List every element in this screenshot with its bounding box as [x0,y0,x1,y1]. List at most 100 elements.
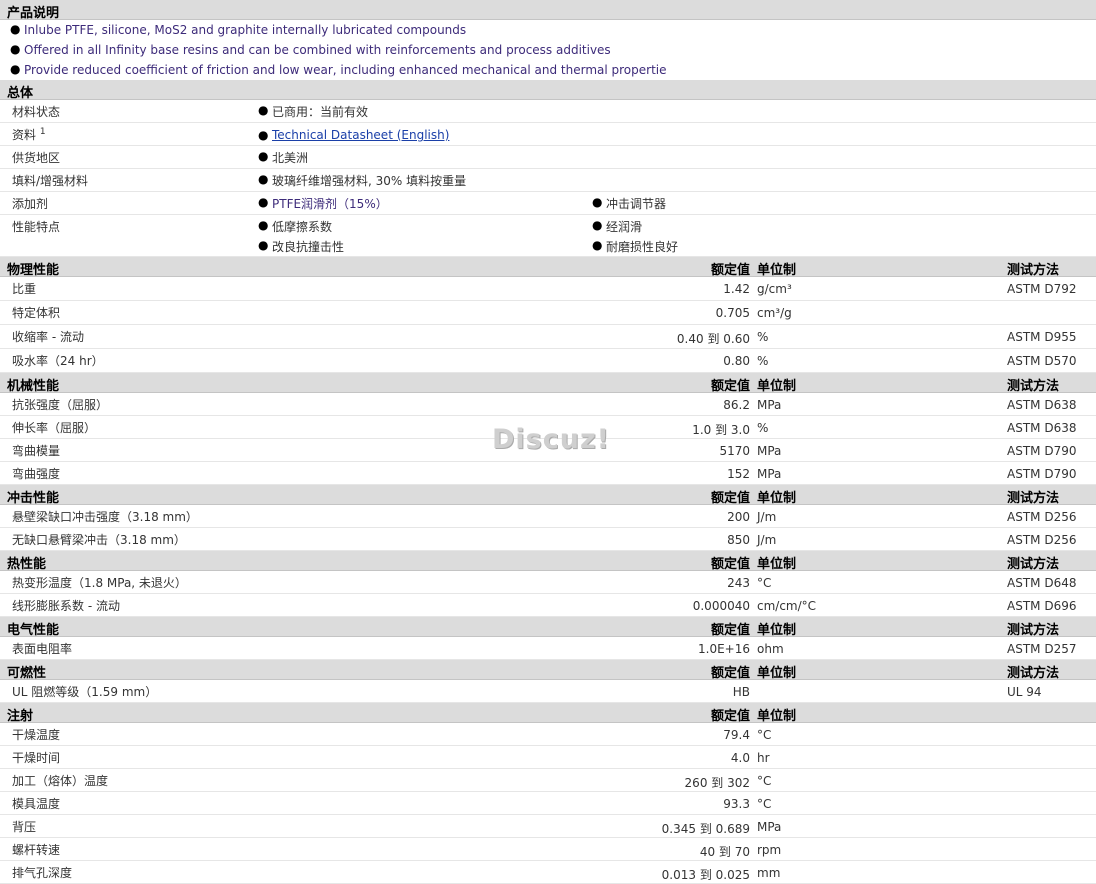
property-test-method: UL 94 [1007,685,1042,699]
property-unit: J/m [757,510,777,524]
property-value: 0.80 [723,354,750,368]
property-row: 弯曲强度 152 MPa ASTM D790 [0,462,1096,485]
property-unit: % [757,421,769,435]
bullet-icon: ● [258,128,269,142]
property-value: 260 到 302 [684,776,750,790]
bullet-text: Provide reduced coefficient of friction … [24,63,667,77]
section-title: 热性能 [7,557,47,572]
watermark: Discuz! [492,424,610,455]
property-unit: MPa [757,820,782,834]
property-label: 表面电阻率 [12,642,73,656]
property-row: 模具温度 93.3 °C [0,792,1096,815]
section-title: 冲击性能 [7,491,60,506]
column-header-nominal: 额定值 [710,557,750,572]
property-row: 收缩率 - 流动 0.40 到 0.60% ASTM D955 [0,325,1096,349]
property-unit: hr [757,751,770,765]
property-row: 热变形温度（1.8 MPa, 未退火） 243 °C ASTM D648 [0,571,1096,594]
property-value: 0.000040 [692,599,750,613]
property-row: 加工（熔体）温度 260 到 302 °C [0,769,1096,792]
section-title: 注射 [7,709,34,724]
technical-datasheet-link[interactable]: Technical Datasheet (English) [272,128,449,142]
bullet-icon: ● [258,195,269,209]
property-unit: °C [757,728,772,742]
column-header-unit: 单位制 [757,623,797,638]
property-test-method: ASTM D955 [1007,330,1077,344]
property-value: 200 [727,510,750,524]
footnote-marker: 1 [39,127,46,137]
column-header-nominal: 额定值 [710,379,750,394]
property-row: 干燥温度 79.4 °C [0,723,1096,746]
property-test-method: ASTM D792 [1007,282,1077,296]
property-label: 伸长率（屈服） [12,421,97,435]
property-unit: °C [757,576,772,590]
property-row: 抗张强度（屈服） 86.2 MPa ASTM D638 [0,393,1096,416]
row-label: 填料/增强材料 [12,174,89,188]
property-row: 特定体积 0.705 cm³/g [0,301,1096,325]
row-label: 供货地区 [12,151,61,165]
general-row-additive: 添加剂 ● PTFE润滑剂（15%） ● 冲击调节器 [0,192,1096,215]
column-header-test: 测试方法 [1007,491,1060,506]
property-row: 背压 0.345 到 0.689 MPa [0,815,1096,838]
column-header-test: 测试方法 [1007,263,1060,278]
property-label: 背压 [12,820,37,834]
property-unit: % [757,330,769,344]
property-value: 1.42 [723,282,750,296]
section-title: 可燃性 [7,666,47,681]
product-bullet: ● Offered in all Infinity base resins and… [0,40,1096,60]
property-value: 40 到 70 [699,845,750,859]
property-unit: MPa [757,398,782,412]
property-unit: mm [757,866,781,880]
column-header-unit: 单位制 [757,379,797,394]
row-label: 性能特点 [12,220,61,234]
property-test-method: ASTM D638 [1007,421,1077,435]
property-row: 排气孔深度 0.013 到 0.025 mm [0,861,1096,884]
section-header-product: 产品说明 [0,0,1096,21]
property-value: 850 [727,533,750,547]
property-value: 5170 [719,444,750,458]
column-header-test: 测试方法 [1007,557,1060,572]
property-unit: MPa [757,444,782,458]
property-label: UL 阻燃等级（1.59 mm） [12,685,158,699]
property-test-method: ASTM D696 [1007,599,1077,613]
property-label: 线形膨胀系数 - 流动 [12,599,120,613]
column-header-test: 测试方法 [1007,379,1060,394]
property-label: 排气孔深度 [12,866,73,880]
section-header-physical: 物理性能 额定值 单位制 测试方法 [0,257,1096,278]
section-header-electrical: 电气性能 额定值 单位制 测试方法 [0,617,1096,638]
property-row: 悬壁梁缺口冲击强度（3.18 mm） 200 J/m ASTM D256 [0,505,1096,528]
bullet-icon: ● [10,62,21,76]
column-header-nominal: 额定值 [710,666,750,681]
property-value: 0.345 到 0.689 [661,822,750,836]
bullet-icon: ● [258,149,269,163]
property-test-method: ASTM D790 [1007,444,1077,458]
property-test-method: ASTM D638 [1007,398,1077,412]
property-unit: MPa [757,467,782,481]
bullet-icon: ● [592,218,603,232]
property-label: 干燥温度 [12,728,61,742]
column-header-nominal: 额定值 [710,623,750,638]
property-label: 热变形温度（1.8 MPa, 未退火） [12,576,187,590]
property-label: 弯曲模量 [12,444,61,458]
row-label: 材料状态 [12,105,61,119]
property-label: 加工（熔体）温度 [12,774,109,788]
section-title: 总体 [7,86,34,101]
general-row-features: 性能特点 ● 低摩擦系数 ● 经润滑 ● 改良抗撞击性 ● 耐磨损性良好 [0,215,1096,257]
property-label: 螺杆转速 [12,843,61,857]
bullet-text: Inlube PTFE, silicone, MoS2 and graphite… [24,23,467,37]
bullet-icon: ● [10,42,21,56]
property-row: 干燥时间 4.0 hr [0,746,1096,769]
property-row: 线形膨胀系数 - 流动 0.000040 cm/cm/°C ASTM D696 [0,594,1096,617]
property-row: 吸水率（24 hr） 0.80% ASTM D570 [0,349,1096,373]
section-title: 物理性能 [7,263,60,278]
column-header-unit: 单位制 [757,666,797,681]
section-header-general: 总体 [0,80,1096,101]
bullet-icon: ● [258,172,269,186]
property-label: 比重 [12,282,37,296]
property-row: 螺杆转速 40 到 70 rpm [0,838,1096,861]
property-value: 0.40 到 0.60 [676,332,750,346]
property-value: 243 [727,576,750,590]
property-unit: °C [757,797,772,811]
property-label: 抗张强度（屈服） [12,398,109,412]
column-header-test: 测试方法 [1007,623,1060,638]
general-row-filler: 填料/增强材料 ● 玻璃纤维增强材料, 30% 填料按重量 [0,169,1096,192]
